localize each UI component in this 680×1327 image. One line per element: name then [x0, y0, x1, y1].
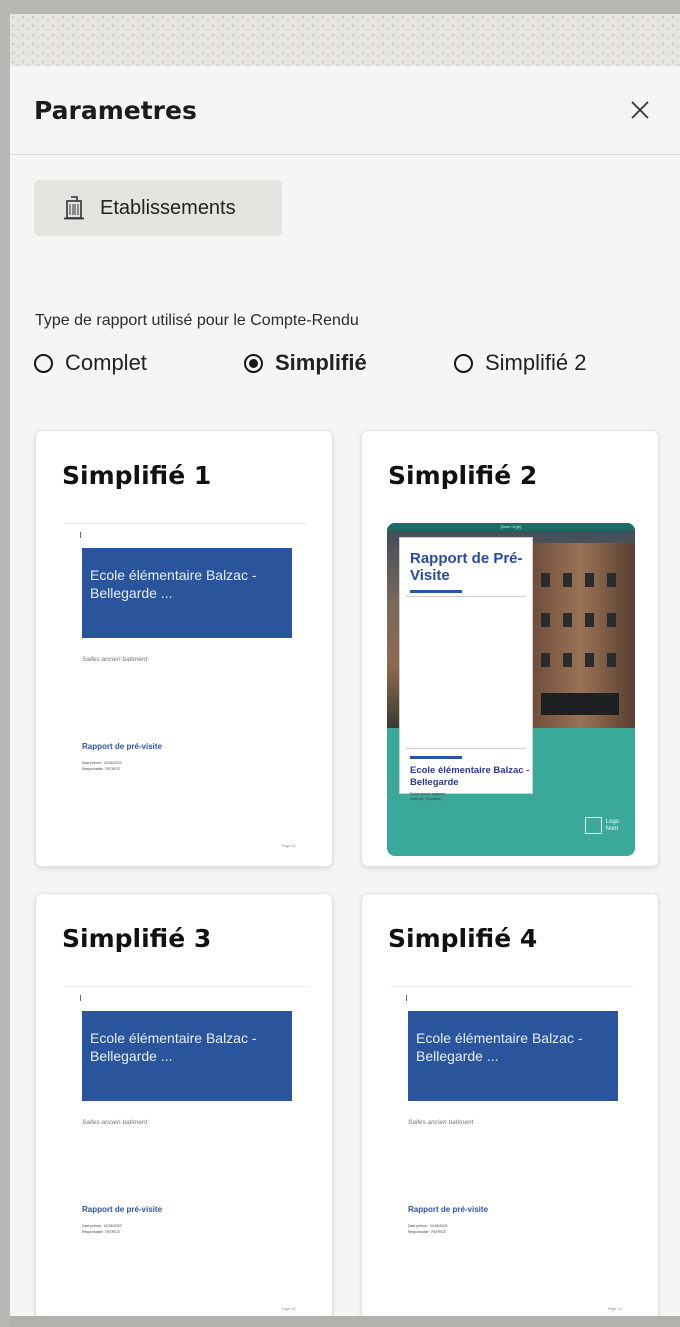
preview-page-number: Page 1/1: [281, 1307, 296, 1311]
radio-label: Complet: [65, 350, 147, 375]
radio-label: Simplifié 2: [485, 350, 587, 375]
cover-sheet: Rapport de Pré-Visite Ecole élémentaire …: [399, 537, 533, 801]
establishments-label: Etablissements: [100, 196, 236, 219]
radio-simplifie-2[interactable]: Simplifié 2: [454, 350, 586, 376]
preview-meta: Date prévue : 02/06/2023 Responsable : P…: [82, 1224, 122, 1234]
template-card-simplifie-3[interactable]: Simplifié 3 Ecole élémentaire Balzac - B…: [35, 893, 333, 1317]
establishments-button[interactable]: Etablissements: [34, 180, 282, 236]
template-preview: Ecole élémentaire Balzac - Bellegarde ..…: [390, 986, 634, 1317]
radio-circle-selected: [244, 353, 263, 373]
preview-report-label: Rapport de pré-visite: [408, 1205, 489, 1214]
header-texture: [10, 14, 680, 66]
template-preview-cover: [Nom Orgé] Rapport de Pré-Visite Ecole é…: [387, 523, 635, 856]
radio-circle: [34, 353, 53, 373]
radio-complet[interactable]: Complet: [34, 350, 147, 376]
preview-subtitle: Salles ancien batiment: [82, 656, 148, 663]
preview-meta: Date prévue : 02/06/2023 Responsable : P…: [408, 1224, 448, 1234]
template-card-simplifie-2[interactable]: Simplifié 2 [Nom Orgé] Rapport de Pré-Vi…: [361, 430, 659, 867]
cover-details: Salles ancien batiment Créé par : [Conta…: [410, 792, 446, 801]
template-preview: Ecole élémentaire Balzac - Bellegarde ..…: [64, 986, 308, 1317]
bottom-edge: [10, 1316, 680, 1327]
preview-report-label: Rapport de pré-visite: [82, 742, 163, 751]
template-title: Simplifié 3: [62, 924, 212, 953]
close-icon: [631, 101, 649, 119]
panel-title: Parametres: [34, 95, 197, 125]
preview-report-label: Rapport de pré-visite: [82, 1205, 163, 1214]
template-title: Simplifié 4: [388, 924, 538, 953]
preview-page-number: Page 1/1: [607, 1307, 622, 1311]
cover-building-image: [527, 543, 635, 728]
preview-meta: Date prévue : 02/06/2023 Responsable : P…: [82, 761, 122, 771]
report-type-label: Type de rapport utilisé pour le Compte-R…: [35, 312, 359, 329]
template-title: Simplifié 2: [388, 461, 538, 490]
template-preview: Ecole élémentaire Balzac - Bellegarde ..…: [64, 523, 308, 854]
preview-school-box: Ecole élémentaire Balzac - Bellegarde ..…: [82, 548, 292, 638]
template-card-simplifie-1[interactable]: Simplifié 1 Ecole élémentaire Balzac - B…: [35, 430, 333, 867]
panel-header: Parametres: [10, 66, 680, 155]
template-card-simplifie-4[interactable]: Simplifié 4 Ecole élémentaire Balzac - B…: [361, 893, 659, 1317]
radio-circle: [454, 353, 473, 373]
report-type-radio-group: Complet Simplifié Simplifié 2: [34, 350, 654, 386]
preview-subtitle: Salles ancien batiment: [408, 1119, 474, 1126]
preview-school-box: Ecole élémentaire Balzac - Bellegarde ..…: [408, 1011, 618, 1101]
radio-simplifie[interactable]: Simplifié: [244, 350, 367, 376]
template-title: Simplifié 1: [62, 461, 212, 490]
building-icon: [62, 195, 86, 221]
cover-org-name: [Nom Orgé]: [387, 523, 635, 531]
qr-code-icon: [584, 817, 602, 834]
settings-panel: Parametres Etablissements Type de rappor…: [10, 14, 680, 1317]
radio-label: Simplifié: [275, 350, 367, 375]
preview-school-box: Ecole élémentaire Balzac - Bellegarde ..…: [82, 1011, 292, 1101]
preview-page-number: Page 1/1: [281, 844, 296, 848]
preview-subtitle: Salles ancien batiment: [82, 1119, 148, 1126]
close-button[interactable]: [626, 96, 654, 124]
cover-logo: Logo Nom: [584, 817, 619, 834]
cover-school: Ecole élémentaire Balzac - Bellegarde: [410, 765, 530, 788]
cover-title: Rapport de Pré-Visite: [410, 550, 523, 584]
